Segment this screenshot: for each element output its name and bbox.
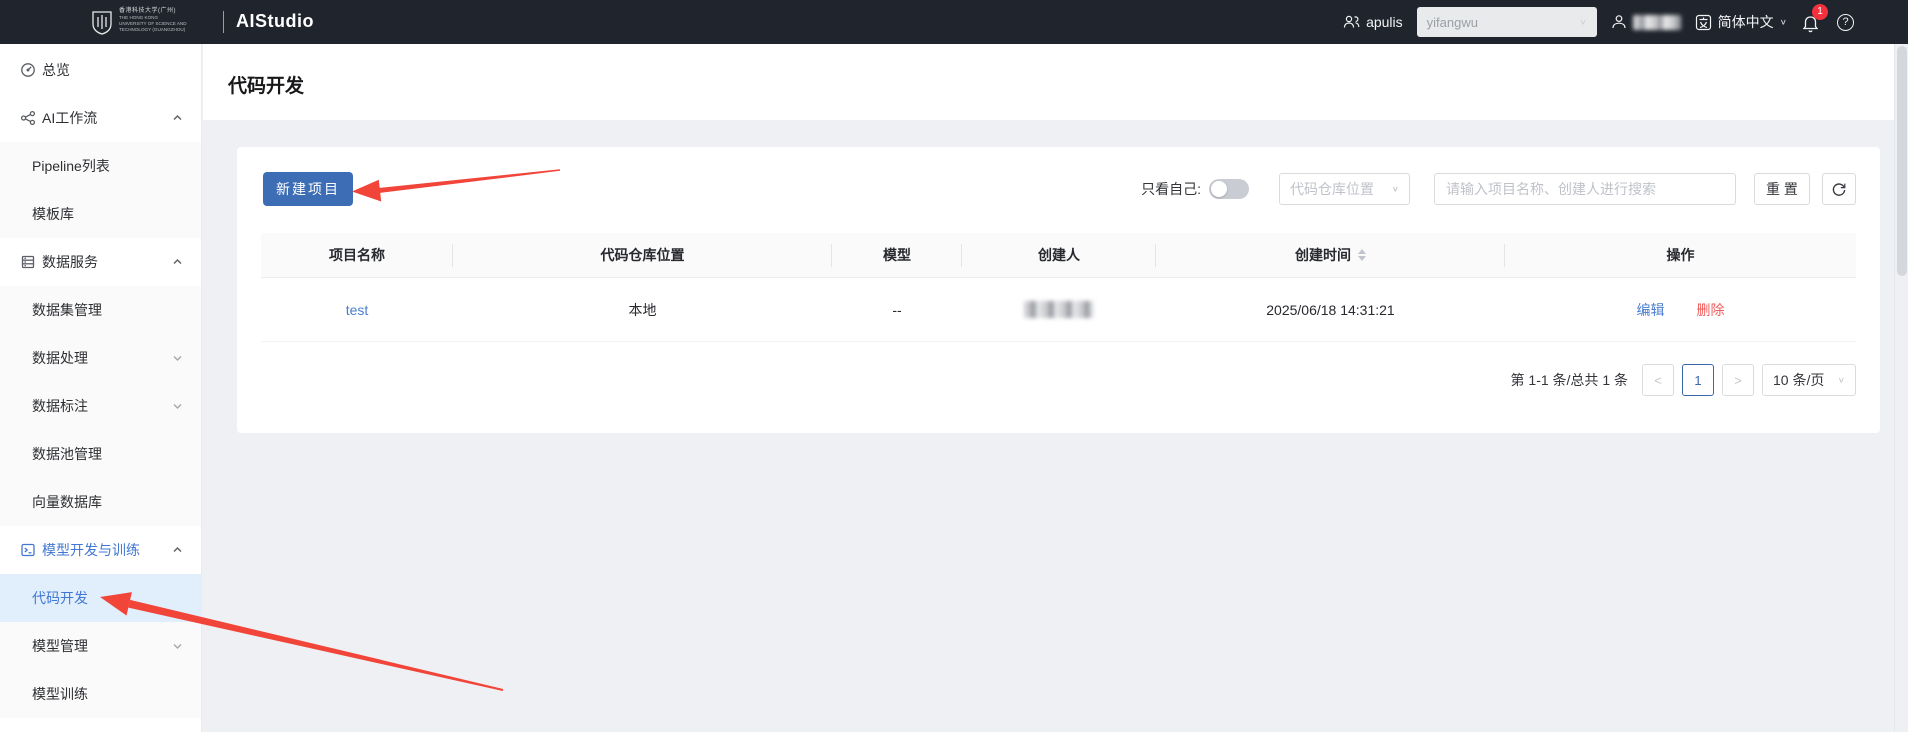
new-project-button[interactable]: 新建项目 xyxy=(263,172,353,206)
pagination: 第 1-1 条/总共 1 条 < 1 > 10 条/页 ∨ xyxy=(1511,364,1856,396)
user-icon xyxy=(1612,15,1626,29)
repo-location-cell: 本地 xyxy=(628,301,657,318)
model-cell: -- xyxy=(892,301,902,318)
projects-table: 项目名称 代码仓库位置 模型 创建人 创建时间 操作 test 本地 -- 20… xyxy=(261,233,1856,342)
page-title: 代码开发 xyxy=(228,76,305,97)
chevron-up-icon xyxy=(172,545,183,556)
search-input[interactable] xyxy=(1434,173,1736,205)
page-header-band: 代码开发 xyxy=(203,44,1908,120)
workspace-value: yifangwu xyxy=(1426,14,1478,30)
col-project-name: 项目名称 xyxy=(261,233,453,277)
filter-toolbar: 只看自己: 代码仓库位置 ∨ 重 置 xyxy=(1141,172,1856,206)
col-created-time[interactable]: 创建时间 xyxy=(1156,233,1505,277)
language-icon xyxy=(1695,14,1711,30)
university-logo-icon xyxy=(92,11,112,35)
chevron-down-icon: ∨ xyxy=(1837,375,1845,385)
workflow-icon xyxy=(20,110,36,126)
dashboard-icon xyxy=(20,62,36,78)
sidebar: 总览 AI工作流 Pipeline列表 模板库 数据服务 数据集管理 数据处理 … xyxy=(0,44,202,732)
page-size-select[interactable]: 10 条/页 ∨ xyxy=(1762,364,1856,396)
notification-badge: 1 xyxy=(1812,4,1828,20)
org-name: apulis xyxy=(1366,14,1403,30)
pagination-total: 第 1-1 条/总共 1 条 xyxy=(1510,372,1628,388)
created-time-cell: 2025/06/18 14:31:21 xyxy=(1266,301,1395,318)
team-icon xyxy=(1343,15,1360,28)
reset-button[interactable]: 重 置 xyxy=(1754,173,1810,205)
terminal-icon xyxy=(20,542,36,558)
sidebar-item-pipeline-list[interactable]: Pipeline列表 xyxy=(0,142,201,190)
user-menu[interactable] xyxy=(1611,14,1681,30)
sidebar-item-data-service[interactable]: 数据服务 xyxy=(0,238,201,286)
table-header-row: 项目名称 代码仓库位置 模型 创建人 创建时间 操作 xyxy=(261,233,1856,278)
app-title: AIStudio xyxy=(236,11,314,31)
notifications-button[interactable]: 1 xyxy=(1801,4,1828,34)
header-divider xyxy=(223,11,224,33)
chevron-down-icon xyxy=(172,641,183,652)
actions-cell: 编辑 删除 xyxy=(1505,278,1856,341)
sidebar-item-overview[interactable]: 总览 xyxy=(0,46,201,94)
delete-button[interactable]: 删除 xyxy=(1697,300,1725,320)
chevron-down-icon: ∨ xyxy=(1391,184,1399,194)
content-card: 新建项目 只看自己: 代码仓库位置 ∨ 重 置 项目名称 代码仓库位置 模型 创… xyxy=(237,147,1880,433)
sidebar-item-data-processing[interactable]: 数据处理 xyxy=(0,334,201,382)
creator-redacted xyxy=(1024,301,1094,318)
only-mine-label: 只看自己: xyxy=(1141,181,1201,197)
workspace-select[interactable]: yifangwu ∨ xyxy=(1416,7,1597,37)
sidebar-item-data-annotation[interactable]: 数据标注 xyxy=(0,382,201,430)
sidebar-item-data-pool-management[interactable]: 数据池管理 xyxy=(0,430,201,478)
sidebar-item-model-dev-training[interactable]: 模型开发与训练 xyxy=(0,526,201,574)
org-switcher[interactable]: apulis xyxy=(1343,14,1403,30)
page-scrollbar[interactable] xyxy=(1894,44,1908,732)
page-size-value: 10 条/页 xyxy=(1773,372,1825,388)
sidebar-item-model-management[interactable]: 模型管理 xyxy=(0,622,201,670)
chevron-down-icon xyxy=(172,401,183,412)
prev-page-button[interactable]: < xyxy=(1642,364,1674,396)
chevron-up-icon xyxy=(172,113,183,124)
table-row: test 本地 -- 2025/06/18 14:31:21 编辑 删除 xyxy=(261,278,1856,342)
col-model: 模型 xyxy=(832,233,962,277)
database-icon xyxy=(20,254,36,270)
page-number-button[interactable]: 1 xyxy=(1682,364,1714,396)
repo-location-placeholder: 代码仓库位置 xyxy=(1290,181,1374,197)
refresh-icon xyxy=(1832,183,1846,196)
next-page-button[interactable]: > xyxy=(1722,364,1754,396)
chevron-down-icon: ∨ xyxy=(1579,17,1587,27)
project-name-link[interactable]: test xyxy=(346,302,369,318)
sort-icon[interactable] xyxy=(1358,249,1366,261)
col-actions: 操作 xyxy=(1666,247,1695,263)
toggle-knob xyxy=(1211,181,1227,197)
language-switcher[interactable]: 简体中文 ∨ xyxy=(1695,12,1787,32)
repo-location-select[interactable]: 代码仓库位置 ∨ xyxy=(1279,173,1410,205)
language-label: 简体中文 xyxy=(1717,14,1774,30)
sidebar-item-code-development[interactable]: 代码开发 xyxy=(0,574,201,622)
col-creator: 创建人 xyxy=(962,233,1156,277)
chevron-up-icon xyxy=(172,257,183,268)
edit-button[interactable]: 编辑 xyxy=(1637,300,1665,320)
username-redacted xyxy=(1632,14,1681,30)
help-button[interactable]: ? xyxy=(1837,13,1854,31)
col-repo-location: 代码仓库位置 xyxy=(453,233,832,277)
top-header: 香港科技大学(广州) THE HONG KONG UNIVERSITY OF S… xyxy=(0,0,1908,44)
sidebar-item-ai-workflow[interactable]: AI工作流 xyxy=(0,94,201,142)
refresh-button[interactable] xyxy=(1822,173,1856,205)
sidebar-item-model-training[interactable]: 模型训练 xyxy=(0,670,201,718)
sidebar-item-template-library[interactable]: 模板库 xyxy=(0,190,201,238)
chevron-down-icon xyxy=(172,353,183,364)
chevron-down-icon: ∨ xyxy=(1779,17,1787,27)
university-logo-text: 香港科技大学(广州) THE HONG KONG UNIVERSITY OF S… xyxy=(119,8,187,32)
scrollbar-thumb[interactable] xyxy=(1897,46,1907,276)
creator-cell xyxy=(962,278,1156,341)
sidebar-item-dataset-management[interactable]: 数据集管理 xyxy=(0,286,201,334)
only-mine-toggle[interactable] xyxy=(1209,179,1249,199)
sidebar-item-vector-database[interactable]: 向量数据库 xyxy=(0,478,201,526)
